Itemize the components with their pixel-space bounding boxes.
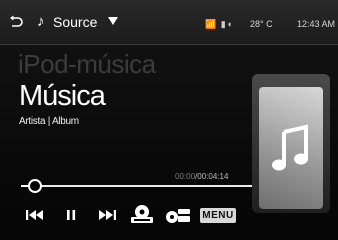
options-icon[interactable] xyxy=(164,200,192,230)
chevron-down-icon[interactable] xyxy=(108,16,118,26)
temperature-readout: 28° C xyxy=(250,19,273,29)
source-ghost-title: iPod-música xyxy=(18,49,156,79)
clock: 12:43 AM xyxy=(297,19,336,29)
status-icons: 📶 ▮◖ xyxy=(205,19,234,29)
total-time: 00:04:14 xyxy=(197,172,229,181)
track-time: 00:00/00:04:14 xyxy=(175,172,228,182)
elapsed-time: 00:00 xyxy=(175,172,196,181)
artist-album: Artista | Album xyxy=(19,116,79,127)
pause-icon[interactable] xyxy=(64,200,78,230)
source-selector-label[interactable]: Source xyxy=(53,14,97,30)
next-icon[interactable] xyxy=(98,200,118,230)
media-player-screen: ♪ Source 📶 ▮◖ 28° C 12:43 AM iPod-música… xyxy=(0,0,338,240)
playback-controls: MENU xyxy=(0,200,250,240)
back-arrow-icon[interactable] xyxy=(9,15,23,29)
top-bar: ♪ Source 📶 ▮◖ 28° C 12:43 AM xyxy=(0,0,338,45)
previous-icon[interactable] xyxy=(24,200,44,230)
music-note-icon: ♪ xyxy=(37,13,45,30)
ipod-icon[interactable] xyxy=(128,200,156,230)
music-note-icon xyxy=(272,124,308,171)
track-title: Música xyxy=(19,80,106,112)
progress-bar[interactable] xyxy=(30,185,252,187)
menu-button[interactable]: MENU xyxy=(200,208,236,223)
progress-knob[interactable] xyxy=(28,179,43,193)
